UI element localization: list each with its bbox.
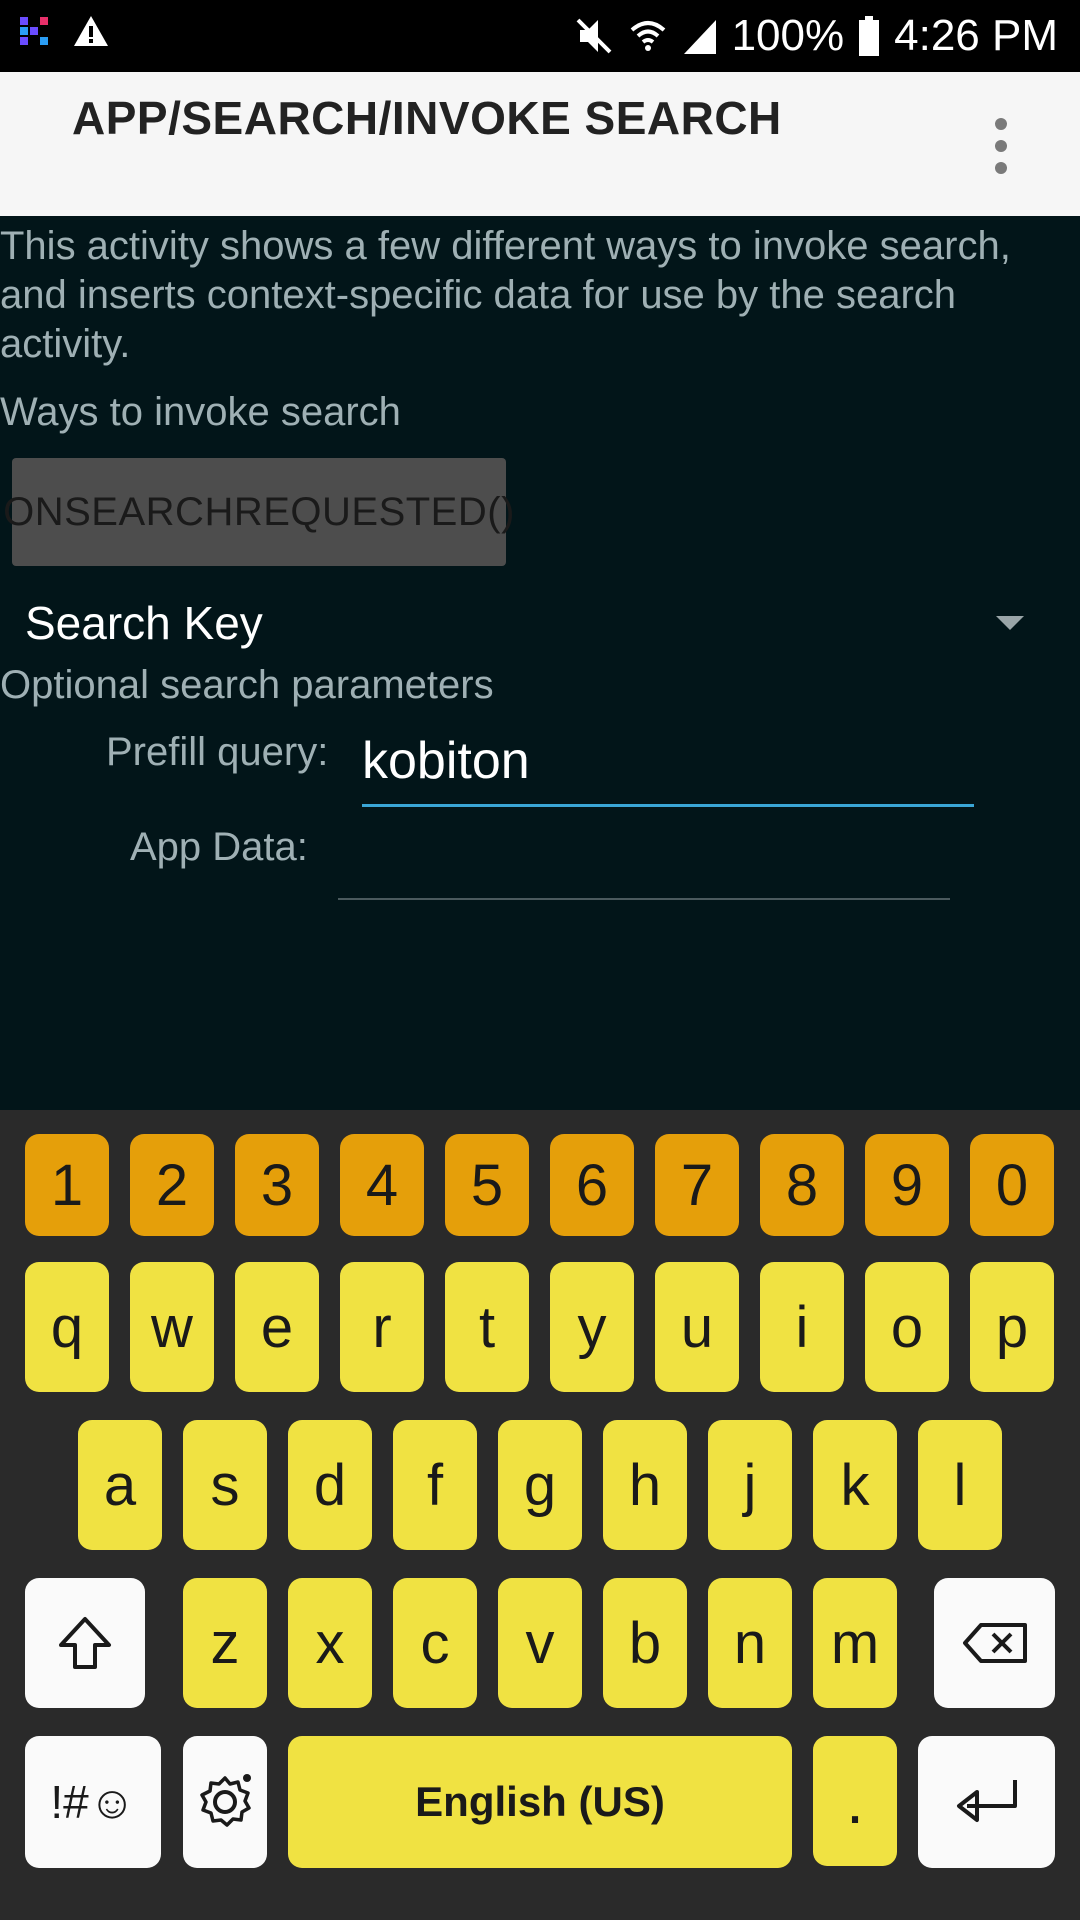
key-x[interactable]: x bbox=[288, 1578, 372, 1708]
key-k[interactable]: k bbox=[813, 1420, 897, 1550]
shift-icon bbox=[59, 1617, 111, 1669]
key-6[interactable]: 6 bbox=[550, 1134, 634, 1236]
key-j[interactable]: j bbox=[708, 1420, 792, 1550]
key-4[interactable]: 4 bbox=[340, 1134, 424, 1236]
key-v[interactable]: v bbox=[498, 1578, 582, 1708]
key-9[interactable]: 9 bbox=[865, 1134, 949, 1236]
settings-key[interactable] bbox=[183, 1736, 267, 1868]
key-h[interactable]: h bbox=[603, 1420, 687, 1550]
key-m[interactable]: m bbox=[813, 1578, 897, 1708]
signal-icon bbox=[683, 20, 716, 54]
onsearchrequested-button[interactable]: ONSEARCHREQUESTED() bbox=[3, 458, 514, 566]
settings-icon bbox=[200, 1774, 251, 1827]
key-a[interactable]: a bbox=[78, 1420, 162, 1550]
key-b[interactable]: b bbox=[603, 1578, 687, 1708]
key-t[interactable]: t bbox=[445, 1262, 529, 1392]
space-key[interactable]: English (US) bbox=[288, 1736, 792, 1868]
key-q[interactable]: q bbox=[25, 1262, 109, 1392]
key-e[interactable]: e bbox=[235, 1262, 319, 1392]
key-o[interactable]: o bbox=[865, 1262, 949, 1392]
key-8[interactable]: 8 bbox=[760, 1134, 844, 1236]
key-n[interactable]: n bbox=[708, 1578, 792, 1708]
app-data-label: App Data: bbox=[130, 825, 308, 869]
key-g[interactable]: g bbox=[498, 1420, 582, 1550]
key-s[interactable]: s bbox=[183, 1420, 267, 1550]
backspace-icon bbox=[962, 1623, 1027, 1663]
key-0[interactable]: 0 bbox=[970, 1134, 1054, 1236]
key-c[interactable]: c bbox=[393, 1578, 477, 1708]
search-mode-spinner[interactable]: Search Key bbox=[0, 588, 1080, 656]
key-1[interactable]: 1 bbox=[25, 1134, 109, 1236]
key-5[interactable]: 5 bbox=[445, 1134, 529, 1236]
battery-icon bbox=[859, 16, 880, 56]
description-text: This activity shows a few different ways… bbox=[0, 224, 1011, 366]
warning-icon bbox=[74, 16, 108, 46]
clock: 4:26 PM bbox=[894, 11, 1058, 60]
key-z[interactable]: z bbox=[183, 1578, 267, 1708]
shift-key[interactable] bbox=[25, 1578, 145, 1708]
wifi-icon bbox=[630, 21, 665, 51]
key-i[interactable]: i bbox=[760, 1262, 844, 1392]
more-vert-icon[interactable] bbox=[994, 118, 1008, 174]
key-u[interactable]: u bbox=[655, 1262, 739, 1392]
key-r[interactable]: r bbox=[340, 1262, 424, 1392]
page-title: APP/SEARCH/INVOKE SEARCH bbox=[72, 92, 782, 144]
key-p[interactable]: p bbox=[970, 1262, 1054, 1392]
kobiton-app-icon bbox=[20, 17, 48, 45]
key-2[interactable]: 2 bbox=[130, 1134, 214, 1236]
key-d[interactable]: d bbox=[288, 1420, 372, 1550]
battery-percentage: 100% bbox=[731, 11, 845, 60]
status-bar: 100% 4:26 PM bbox=[0, 0, 1080, 72]
key-w[interactable]: w bbox=[130, 1262, 214, 1392]
prefill-query-input[interactable] bbox=[362, 718, 974, 807]
key-l[interactable]: l bbox=[918, 1420, 1002, 1550]
symbols-key[interactable]: !#☺ bbox=[25, 1736, 161, 1868]
key-y[interactable]: y bbox=[550, 1262, 634, 1392]
app-data-input[interactable] bbox=[338, 818, 950, 900]
mute-icon bbox=[576, 18, 611, 54]
ways-to-invoke-label: Ways to invoke search bbox=[0, 390, 401, 434]
backspace-key[interactable] bbox=[934, 1578, 1055, 1708]
soft-keyboard: 1 2 3 4 5 6 7 8 9 0 q w e r t y u i o p … bbox=[0, 1110, 1080, 1920]
dropdown-arrow-icon bbox=[996, 616, 1024, 630]
key-3[interactable]: 3 bbox=[235, 1134, 319, 1236]
key-7[interactable]: 7 bbox=[655, 1134, 739, 1236]
key-f[interactable]: f bbox=[393, 1420, 477, 1550]
prefill-query-label: Prefill query: bbox=[106, 730, 329, 774]
enter-icon bbox=[956, 1780, 1017, 1822]
optional-params-label: Optional search parameters bbox=[0, 663, 494, 707]
spinner-selected-value: Search Key bbox=[25, 597, 263, 649]
period-key[interactable]: . bbox=[813, 1736, 897, 1866]
enter-key[interactable] bbox=[918, 1736, 1055, 1868]
